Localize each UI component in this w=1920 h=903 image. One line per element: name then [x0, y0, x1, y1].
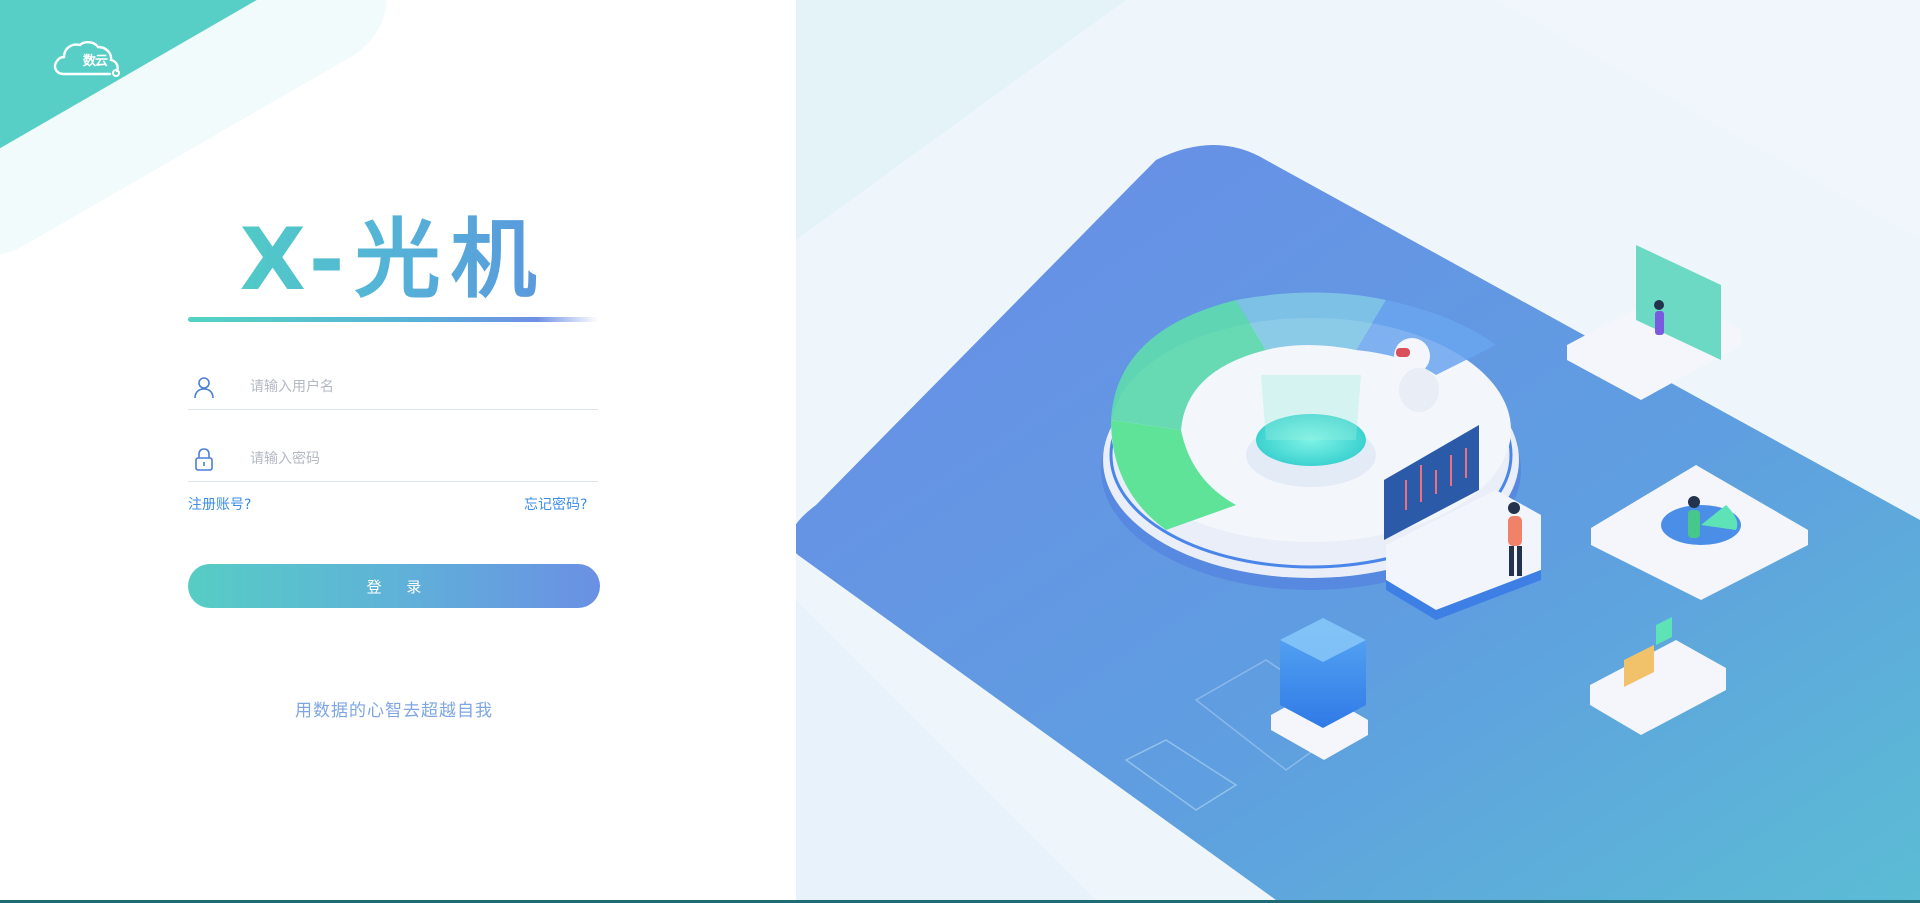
robot-visor [1396, 348, 1410, 357]
bg-band-top [796, 0, 1126, 240]
forgot-password-link[interactable]: 忘记密码? [524, 494, 587, 514]
brand-logo: 数云 [50, 38, 122, 80]
title-underline [188, 317, 598, 322]
password-field [188, 437, 598, 482]
login-panel: 数云 X-光机 注册账号? 忘记密码? 登 录 用数据的心智去超越自我 [0, 0, 796, 900]
username-input[interactable] [248, 373, 582, 401]
user-icon [194, 377, 214, 399]
password-input[interactable] [248, 445, 582, 473]
light-beam [1261, 375, 1361, 440]
login-button[interactable]: 登 录 [188, 564, 600, 608]
isometric-illustration [796, 0, 1920, 900]
slogan: 用数据的心智去超越自我 [295, 701, 493, 721]
illustration-panel [796, 0, 1920, 900]
person-head [1508, 502, 1520, 514]
logo-text: 数云 [83, 54, 108, 69]
app-title: X-光机 [188, 210, 598, 310]
username-field [188, 365, 598, 410]
robot-body [1399, 368, 1439, 412]
register-link[interactable]: 注册账号? [188, 494, 251, 514]
bg-band-right [1496, 0, 1920, 240]
lock-icon [195, 448, 213, 471]
person-body [1508, 516, 1522, 546]
